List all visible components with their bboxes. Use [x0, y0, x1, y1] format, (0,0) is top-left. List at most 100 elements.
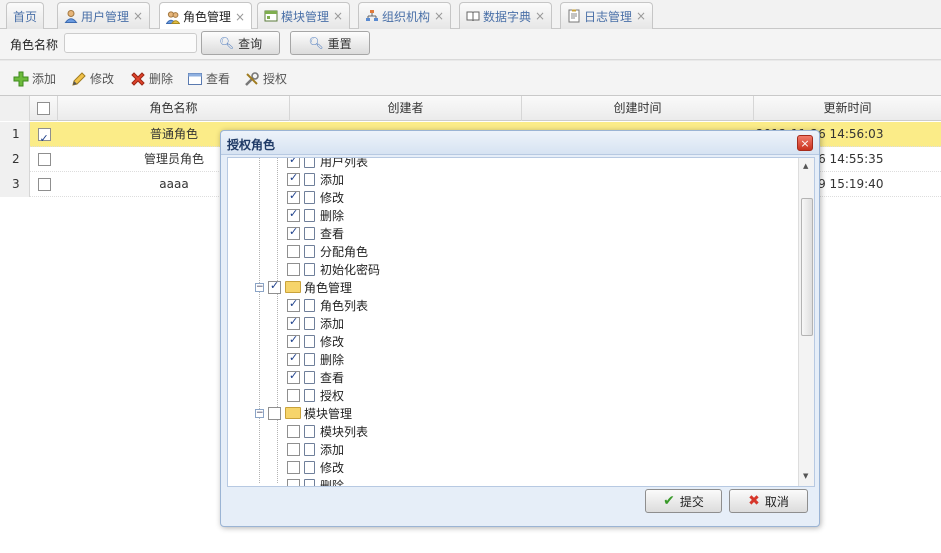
tree-leaf-node[interactable]: 初始化密码 [287, 260, 380, 278]
authorize-button[interactable]: 授权 [244, 70, 287, 87]
tree-leaf-node[interactable]: 授权 [287, 386, 344, 404]
tree-checkbox[interactable] [287, 189, 300, 204]
edit-button[interactable]: 修改 [71, 70, 114, 87]
scroll-down-arrow[interactable]: ▼ [803, 472, 808, 480]
tree-folder-node[interactable]: − 模块管理 [255, 404, 352, 422]
tree-checkbox[interactable] [287, 424, 300, 438]
file-icon [304, 190, 315, 204]
column-header-creator[interactable]: 创建者 [290, 96, 522, 121]
tree-scrollbar[interactable]: ▲ ▼ [798, 158, 814, 486]
tree-node-label: 修改 [320, 190, 345, 205]
select-all-checkbox[interactable] [37, 102, 50, 115]
tree-leaf-node[interactable]: 删除 [287, 350, 344, 368]
tree-leaf-node[interactable]: 修改 [287, 188, 344, 206]
close-icon[interactable]: × [535, 9, 545, 23]
tab-user-management[interactable]: 用户管理 × [57, 2, 151, 29]
row-checkbox[interactable] [37, 178, 51, 191]
tab-label: 角色管理 [183, 10, 232, 24]
tab-organization[interactable]: 组织机构 × [358, 2, 452, 29]
tab-label: 日志管理 [584, 9, 633, 24]
tools-icon [245, 71, 259, 86]
close-icon[interactable]: × [636, 9, 646, 23]
add-label: 添加 [32, 72, 57, 86]
tree-checkbox[interactable] [287, 388, 300, 402]
tab-data-dictionary[interactable]: 数据字典 × [459, 2, 553, 29]
tree-node-label: 添加 [320, 442, 345, 457]
tree-leaf-node[interactable]: 删除 [287, 206, 344, 224]
tree-leaf-node[interactable]: 查看 [287, 368, 344, 386]
file-icon [304, 478, 315, 486]
close-icon[interactable]: × [235, 10, 245, 24]
close-icon[interactable]: × [333, 9, 343, 23]
submit-button[interactable]: ✔ 提交 [645, 489, 722, 513]
tree-node-label: 角色列表 [320, 298, 369, 313]
tree-checkbox[interactable] [287, 351, 300, 366]
tree-checkbox[interactable] [287, 442, 300, 456]
tree-leaf-node[interactable]: 添加 [287, 170, 344, 188]
add-button[interactable]: 添加 [13, 70, 56, 87]
query-button[interactable]: 🔍︎ 查询 [201, 31, 280, 55]
tree-checkbox[interactable] [287, 262, 300, 276]
tree-checkbox[interactable] [287, 207, 300, 222]
tree-leaf-node[interactable]: 模块列表 [287, 422, 368, 440]
row-checkbox[interactable] [37, 153, 51, 166]
tree-checkbox[interactable] [287, 333, 300, 348]
tree-leaf-node[interactable]: 修改 [287, 458, 344, 476]
tree-folder-node[interactable]: − 角色管理 [255, 278, 352, 296]
close-icon[interactable]: × [133, 9, 143, 23]
check-icon: ✔ [663, 493, 675, 509]
role-name-label: 角色名称 [10, 38, 59, 52]
tree-leaf-node[interactable]: 添加 [287, 314, 344, 332]
scroll-up-arrow[interactable]: ▲ [803, 162, 808, 170]
tree-checkbox[interactable] [287, 297, 300, 312]
tree-leaf-node[interactable]: 分配角色 [287, 242, 368, 260]
tree-checkbox[interactable] [268, 279, 281, 294]
users-icon [166, 10, 180, 24]
tree-checkbox[interactable] [287, 158, 300, 168]
tree-node-label: 删除 [320, 352, 345, 367]
tree-checkbox[interactable] [287, 244, 300, 258]
tree-node-label: 初始化密码 [320, 262, 381, 277]
book-icon [466, 11, 480, 22]
tab-role-management[interactable]: 角色管理 × [159, 2, 253, 30]
role-name-input[interactable] [64, 33, 197, 53]
scroll-thumb[interactable] [801, 198, 813, 336]
tree-leaf-node[interactable]: 角色列表 [287, 296, 368, 314]
close-icon[interactable]: × [434, 9, 444, 23]
tree-checkbox[interactable] [287, 369, 300, 384]
delete-button[interactable]: 删除 [130, 70, 173, 87]
view-button[interactable]: 查看 [187, 70, 230, 87]
dialog-header: 授权角色 × [221, 131, 819, 155]
column-header-role-name[interactable]: 角色名称 [58, 96, 290, 121]
column-header-updated-time[interactable]: 更新时间 [754, 96, 941, 121]
tree-leaf-node[interactable]: 用户列表 [287, 158, 368, 170]
search-icon: 🔍︎ [308, 36, 324, 50]
tree-checkbox[interactable] [287, 225, 300, 240]
pencil-icon [72, 71, 86, 86]
tree-leaf-node[interactable]: 查看 [287, 224, 344, 242]
tree-leaf-node[interactable]: 添加 [287, 440, 344, 458]
dialog-footer: ✔ 提交 ✖ 取消 [221, 487, 819, 525]
tab-module-management[interactable]: 模块管理 × [257, 2, 351, 29]
tree-checkbox[interactable] [287, 460, 300, 474]
column-header-created-time[interactable]: 创建时间 [522, 96, 754, 121]
tab-home[interactable]: 首页 [6, 2, 45, 29]
tree-checkbox[interactable] [268, 406, 281, 420]
tree-checkbox[interactable] [287, 315, 300, 330]
reset-button[interactable]: 🔍︎ 重置 [290, 31, 370, 55]
user-icon [64, 10, 78, 23]
row-checkbox[interactable] [37, 126, 51, 151]
collapse-icon[interactable]: − [255, 282, 264, 292]
folder-icon [285, 407, 301, 419]
close-icon[interactable]: × [797, 135, 813, 151]
tree-checkbox[interactable] [287, 478, 300, 486]
tree-leaf-node[interactable]: 修改 [287, 332, 344, 350]
tree-leaf-node[interactable]: 删除 [287, 476, 344, 486]
permission-tree-panel: 用户列表添加修改删除查看分配角色初始化密码−角色管理角色列表添加修改删除查看授权… [227, 157, 815, 487]
tree-checkbox[interactable] [287, 171, 300, 186]
collapse-icon[interactable]: − [255, 408, 264, 418]
cancel-button[interactable]: ✖ 取消 [729, 489, 808, 513]
file-icon [304, 172, 315, 186]
tab-log-management[interactable]: 日志管理 × [560, 2, 654, 29]
file-icon [304, 226, 315, 240]
